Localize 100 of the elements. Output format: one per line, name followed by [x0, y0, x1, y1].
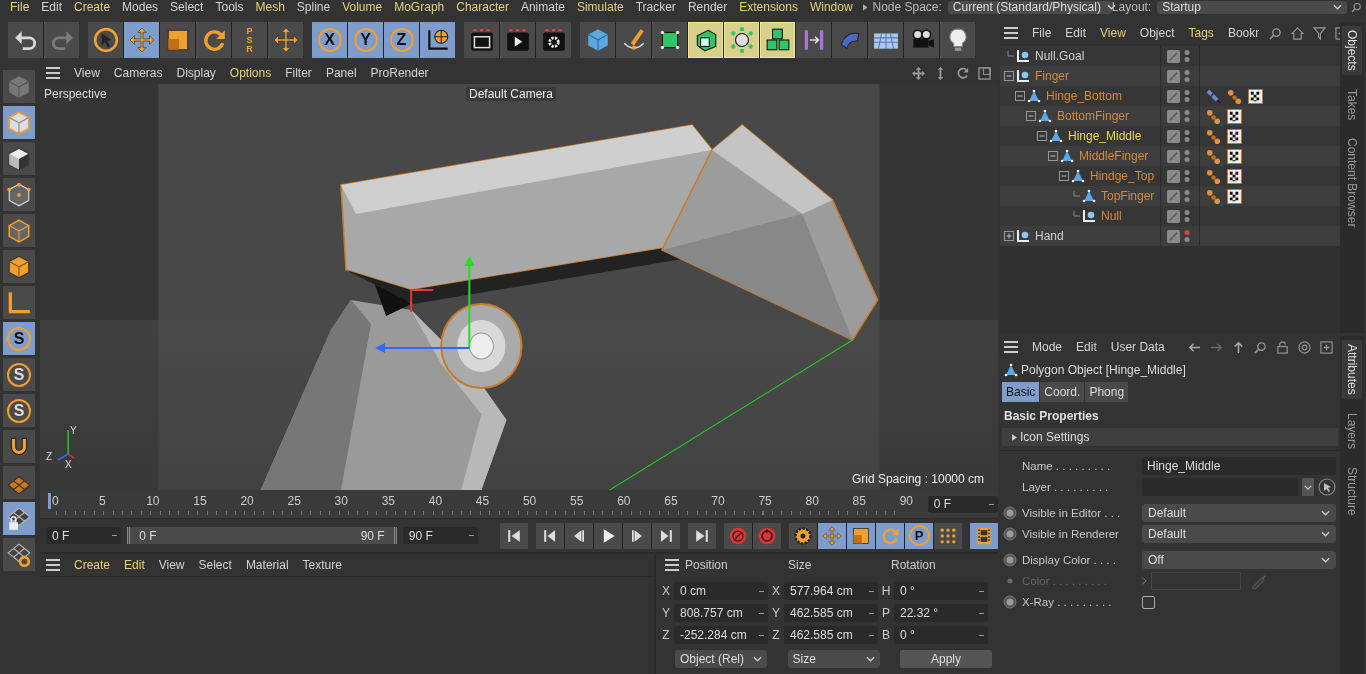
layer-icon[interactable] [1167, 169, 1180, 183]
coordinate-field[interactable]: 0 ° [894, 582, 988, 600]
workplane-button[interactable] [3, 466, 35, 499]
menu-item[interactable]: Texture [296, 558, 348, 572]
new-panel-icon[interactable] [1320, 340, 1333, 354]
layer-icon[interactable] [1167, 49, 1180, 63]
menu-item[interactable]: Spline [290, 0, 337, 14]
checker-tag-icon[interactable] [1248, 88, 1263, 104]
menu-item[interactable]: Tools [209, 0, 250, 14]
layer-icon[interactable] [1167, 69, 1180, 83]
axis-move-button[interactable] [268, 22, 303, 58]
menu-item[interactable]: Create [68, 0, 117, 14]
menu-item[interactable]: Mode [1026, 340, 1069, 354]
axis-mode-button[interactable] [3, 286, 35, 319]
animation-toggle-icon[interactable] [1003, 527, 1017, 541]
scale-key-button[interactable] [847, 522, 875, 549]
extrude-button[interactable] [688, 22, 723, 58]
texture-mode-button[interactable] [3, 142, 35, 175]
coordinate-field[interactable]: 0 ° [894, 626, 988, 644]
tree-expander-icon[interactable] [1026, 111, 1036, 121]
previous-key-button[interactable] [536, 522, 564, 549]
lock-icon[interactable] [1276, 340, 1289, 354]
menu-item[interactable]: Panel [319, 66, 363, 80]
record-key-button[interactable] [724, 522, 752, 549]
render-button[interactable] [500, 22, 535, 58]
menu-item[interactable]: Filter [279, 66, 318, 80]
search-icon[interactable] [1351, 1, 1362, 13]
coordinate-field[interactable]: 462.585 cm [784, 626, 878, 644]
snap-settings-button[interactable]: S [3, 358, 35, 391]
menu-item[interactable]: Render [681, 0, 734, 14]
dots-tag-icon[interactable] [1227, 88, 1242, 104]
dots-tag-icon[interactable] [1206, 108, 1221, 124]
side-tab[interactable]: Content Browser [1342, 134, 1362, 232]
menu-item[interactable]: Edit [1070, 340, 1103, 354]
search-icon[interactable] [1269, 26, 1283, 40]
attribute-tab[interactable]: Basic [1002, 382, 1040, 402]
visibility-dots-icon[interactable] [1184, 229, 1190, 243]
object-name[interactable]: MiddleFinger [1079, 149, 1149, 163]
layer-icon[interactable] [1167, 89, 1180, 103]
coordinate-field[interactable]: 462.585 cm [784, 604, 878, 622]
menu-item[interactable]: Create [68, 558, 117, 572]
layer-icon[interactable] [1167, 149, 1180, 163]
menu-item[interactable]: Modes [116, 0, 165, 14]
layer-icon[interactable] [1167, 109, 1180, 123]
visibility-dots-icon[interactable] [1184, 149, 1190, 163]
next-frame-button[interactable] [623, 522, 651, 549]
coordinate-field[interactable]: 0 cm [674, 582, 768, 600]
menu-item[interactable]: Tracker [629, 0, 682, 14]
psr-reset-button[interactable]: P S R [232, 22, 267, 58]
side-tab[interactable]: Objects [1342, 26, 1362, 75]
menu-item[interactable]: Object [1133, 26, 1181, 40]
next-key-button[interactable] [652, 522, 680, 549]
locked-workplane-button[interactable] [3, 502, 35, 535]
dots-tag-icon[interactable] [1206, 128, 1221, 144]
previous-frame-button[interactable] [565, 522, 593, 549]
layer-icon[interactable] [1167, 189, 1180, 203]
menu-item[interactable]: Edit [118, 558, 151, 572]
menu-item[interactable]: User Data [1104, 340, 1171, 354]
checker-tag-icon[interactable] [1227, 168, 1242, 184]
filter-icon[interactable] [1313, 26, 1327, 40]
pen-tool-button[interactable] [616, 22, 651, 58]
rotation-key-button[interactable] [876, 522, 904, 549]
go-to-start-button[interactable] [500, 522, 528, 549]
checker-tag-icon[interactable] [1227, 188, 1242, 204]
atom-button[interactable] [724, 22, 759, 58]
side-tab[interactable]: Attributes [1342, 340, 1362, 399]
value-dropdown[interactable]: Off [1142, 551, 1336, 569]
polygons-mode-button[interactable] [3, 250, 35, 283]
menu-item[interactable]: Character [450, 0, 515, 14]
object-name[interactable]: TopFinger [1101, 189, 1155, 203]
side-tab[interactable]: Structure [1342, 462, 1362, 520]
maximize-icon[interactable] [978, 66, 991, 80]
menu-icon[interactable] [46, 559, 60, 571]
layer-icon[interactable] [1167, 229, 1180, 243]
cloner-button[interactable] [760, 22, 795, 58]
layout-dropdown[interactable]: Startup [1157, 0, 1348, 14]
animation-toggle-icon[interactable] [1003, 553, 1017, 567]
object-name[interactable]: Hand [1035, 229, 1064, 243]
menu-icon[interactable] [1004, 341, 1018, 353]
floor-button[interactable] [868, 22, 903, 58]
x-axis-lock-button[interactable]: X [312, 22, 347, 58]
parameter-key-button[interactable]: P [905, 522, 933, 549]
camera-label[interactable]: Default Camera [466, 87, 557, 101]
search-icon[interactable] [1254, 340, 1267, 354]
visibility-dots-icon[interactable] [1184, 129, 1190, 143]
menu-item[interactable]: Animate [514, 0, 571, 14]
tree-expander-icon[interactable] [1004, 71, 1014, 81]
checker-tag-icon[interactable] [1227, 148, 1242, 164]
checker-tag-icon[interactable] [1227, 108, 1242, 124]
coordinate-field[interactable]: 22.32 ° [894, 604, 988, 622]
subdivision-button[interactable] [652, 22, 687, 58]
menu-item[interactable]: Select [164, 0, 210, 14]
z-axis-lock-button[interactable]: Z [384, 22, 419, 58]
visibility-dots-icon[interactable] [1184, 169, 1190, 183]
keyframe-selection-button[interactable] [789, 522, 817, 549]
tree-expander-icon[interactable] [1037, 131, 1047, 141]
menu-item[interactable]: File [4, 0, 36, 14]
auto-key-button[interactable] [753, 522, 781, 549]
menu-item[interactable]: Edit [1059, 26, 1093, 40]
visibility-dots-icon[interactable] [1184, 89, 1190, 103]
